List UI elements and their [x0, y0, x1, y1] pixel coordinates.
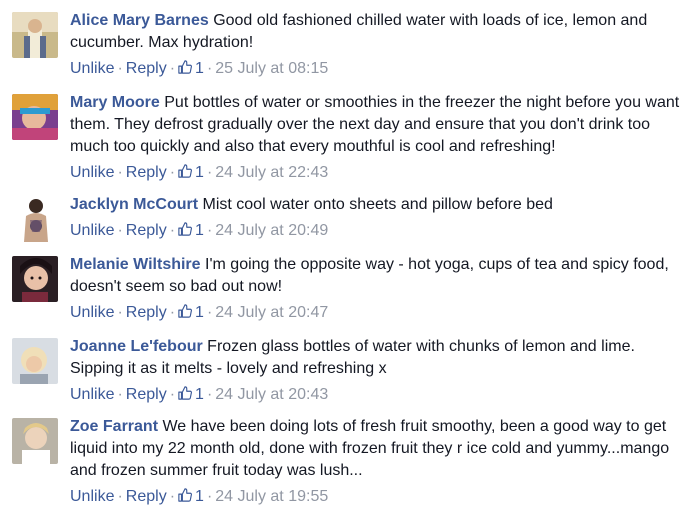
separator: · — [169, 386, 176, 403]
comment-author-link[interactable]: Alice Mary Barnes — [70, 12, 209, 29]
comment-body: Alice Mary Barnes Good old fashioned chi… — [70, 10, 692, 80]
separator: · — [169, 164, 176, 181]
separator: · — [117, 222, 123, 239]
unlike-button[interactable]: Unlike — [70, 304, 114, 321]
thumbs-up-icon — [178, 386, 193, 400]
comment-text: Mist cool water onto sheets and pillow b… — [202, 196, 553, 213]
comment-author-link[interactable]: Melanie Wiltshire — [70, 256, 201, 273]
separator: · — [117, 164, 123, 181]
comment-actions: Unlike · Reply · 1 · 24 July at 20:47 — [70, 302, 692, 324]
comment-body: Melanie Wiltshire I'm going the opposite… — [70, 254, 692, 324]
comment-body: Joanne Le'febour Frozen glass bottles of… — [70, 336, 692, 406]
comment-author-link[interactable]: Mary Moore — [70, 94, 160, 111]
comment-body: Zoe Farrant We have been doing lots of f… — [70, 416, 692, 508]
like-count[interactable]: 1 — [178, 386, 204, 403]
avatar-image — [12, 256, 58, 302]
separator: · — [117, 386, 123, 403]
separator: · — [206, 304, 213, 321]
like-count[interactable]: 1 — [178, 304, 204, 321]
unlike-button[interactable]: Unlike — [70, 60, 114, 77]
avatar-image — [12, 12, 58, 58]
reply-button[interactable]: Reply — [126, 304, 167, 321]
separator: · — [169, 304, 176, 321]
avatar[interactable] — [12, 196, 58, 242]
thumbs-up-icon — [178, 304, 193, 318]
separator: · — [117, 304, 123, 321]
avatar-image — [12, 94, 58, 140]
comment-timestamp[interactable]: 24 July at 22:43 — [215, 164, 328, 181]
avatar[interactable] — [12, 256, 58, 302]
avatar-image — [12, 338, 58, 384]
comment-author-link[interactable]: Joanne Le'febour — [70, 338, 203, 355]
separator: · — [169, 488, 176, 505]
comment-timestamp[interactable]: 24 July at 19:55 — [215, 488, 328, 505]
comment-author-link[interactable]: Jacklyn McCourt — [70, 196, 198, 213]
separator: · — [206, 386, 213, 403]
avatar[interactable] — [12, 12, 58, 58]
comment-author-link[interactable]: Zoe Farrant — [70, 418, 158, 435]
avatar[interactable] — [12, 94, 58, 140]
like-count[interactable]: 1 — [178, 488, 204, 505]
comment-body: Jacklyn McCourt Mist cool water onto she… — [70, 194, 692, 242]
separator: · — [169, 222, 176, 239]
like-count-value: 1 — [195, 386, 204, 403]
like-count[interactable]: 1 — [178, 222, 204, 239]
thumbs-up-icon — [178, 60, 193, 74]
like-count-value: 1 — [195, 164, 204, 181]
like-count-value: 1 — [195, 304, 204, 321]
unlike-button[interactable]: Unlike — [70, 386, 114, 403]
comment-actions: Unlike · Reply · 1 · 24 July at 19:55 — [70, 486, 692, 508]
comment-timestamp[interactable]: 25 July at 08:15 — [215, 60, 328, 77]
comment-text: Put bottles of water or smoothies in the… — [70, 94, 680, 155]
unlike-button[interactable]: Unlike — [70, 164, 114, 181]
comment-actions: Unlike · Reply · 1 · 24 July at 20:49 — [70, 220, 692, 242]
avatar-image — [12, 418, 58, 464]
like-count[interactable]: 1 — [178, 164, 204, 181]
thumbs-up-icon — [178, 488, 193, 502]
like-count-value: 1 — [195, 222, 204, 239]
avatar[interactable] — [12, 338, 58, 384]
thumbs-up-icon — [178, 164, 193, 178]
comment-list: Alice Mary Barnes Good old fashioned chi… — [0, 0, 700, 511]
avatar[interactable] — [12, 418, 58, 464]
separator: · — [206, 164, 213, 181]
avatar-image — [12, 196, 58, 242]
separator: · — [206, 222, 213, 239]
comment-actions: Unlike · Reply · 1 · 25 July at 08:15 — [70, 58, 692, 80]
comment-timestamp[interactable]: 24 July at 20:43 — [215, 386, 328, 403]
reply-button[interactable]: Reply — [126, 222, 167, 239]
comment-body: Mary Moore Put bottles of water or smoot… — [70, 92, 692, 184]
like-count-value: 1 — [195, 60, 204, 77]
reply-button[interactable]: Reply — [126, 488, 167, 505]
like-count-value: 1 — [195, 488, 204, 505]
separator: · — [117, 60, 123, 77]
separator: · — [206, 60, 213, 77]
comment-actions: Unlike · Reply · 1 · 24 July at 22:43 — [70, 162, 692, 184]
separator: · — [169, 60, 176, 77]
like-count[interactable]: 1 — [178, 60, 204, 77]
separator: · — [117, 488, 123, 505]
unlike-button[interactable]: Unlike — [70, 488, 114, 505]
reply-button[interactable]: Reply — [126, 164, 167, 181]
comment-text: We have been doing lots of fresh fruit s… — [70, 418, 670, 479]
reply-button[interactable]: Reply — [126, 386, 167, 403]
comment-actions: Unlike · Reply · 1 · 24 July at 20:43 — [70, 384, 692, 406]
thumbs-up-icon — [178, 222, 193, 236]
separator: · — [206, 488, 213, 505]
unlike-button[interactable]: Unlike — [70, 222, 114, 239]
reply-button[interactable]: Reply — [126, 60, 167, 77]
comment-timestamp[interactable]: 24 July at 20:47 — [215, 304, 328, 321]
comment-timestamp[interactable]: 24 July at 20:49 — [215, 222, 328, 239]
